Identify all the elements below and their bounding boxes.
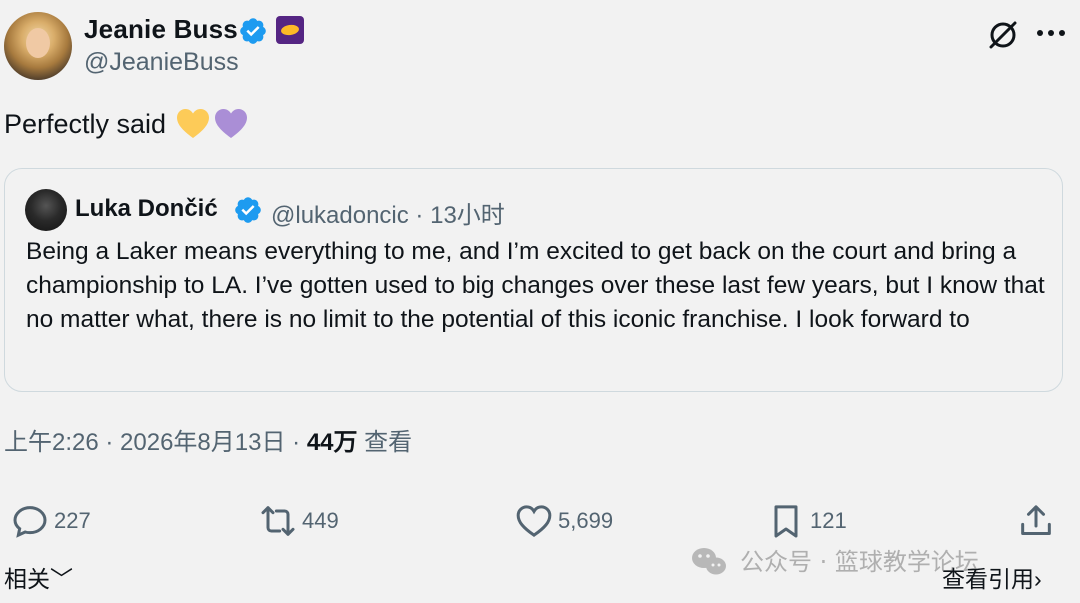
tweet-header: Jeanie Buss @JeanieBuss bbox=[4, 10, 1076, 82]
chevron-right-icon: › bbox=[1034, 566, 1042, 592]
related-label: 相关 bbox=[4, 566, 50, 592]
purple-heart-icon bbox=[215, 109, 248, 138]
quoted-handle-and-time[interactable]: @lukadoncic · 13小时 bbox=[271, 195, 505, 230]
tweet-timestamp[interactable]: 上午2:26 · 2026年8月13日 · bbox=[4, 429, 307, 456]
view-quotes-label: 查看引用 bbox=[942, 566, 1034, 592]
tweet-timestamp-and-views: 上午2:26 · 2026年8月13日 · 44万 查看 bbox=[4, 422, 412, 457]
chevron-down-icon: ﹀ bbox=[50, 566, 73, 592]
tweet-text: Perfectly said bbox=[4, 108, 248, 140]
views-label: 查看 bbox=[357, 429, 413, 456]
author-display-name[interactable]: Jeanie Buss bbox=[84, 14, 238, 45]
views-count: 44万 bbox=[306, 429, 358, 456]
like-count: 5,699 bbox=[558, 508, 614, 533]
view-quotes-link[interactable]: 查看引用› bbox=[942, 560, 1042, 594]
author-handle[interactable]: @JeanieBuss bbox=[84, 48, 239, 77]
bookmark-icon bbox=[774, 505, 798, 538]
verified-badge-icon bbox=[240, 18, 266, 44]
quoted-tweet-text: Being a Laker means everything to me, an… bbox=[26, 238, 1045, 333]
more-options-icon[interactable] bbox=[1034, 26, 1068, 40]
share-icon bbox=[1021, 505, 1051, 535]
author-avatar[interactable] bbox=[4, 12, 72, 80]
repost-icon bbox=[261, 506, 295, 536]
like-button[interactable]: 5,699 bbox=[514, 496, 613, 546]
yellow-heart-icon bbox=[177, 109, 210, 138]
reply-count: 227 bbox=[54, 508, 91, 533]
tweet-action-bar: 227 449 5,699 121 bbox=[0, 496, 1080, 546]
grok-icon[interactable] bbox=[986, 18, 1020, 52]
tweet-text-content: Perfectly said bbox=[4, 108, 167, 139]
repost-button[interactable]: 449 bbox=[258, 496, 339, 546]
bookmark-count: 121 bbox=[810, 508, 847, 533]
lakers-affiliation-badge-icon[interactable] bbox=[276, 16, 304, 44]
bookmark-button[interactable]: 121 bbox=[766, 496, 847, 546]
quoted-author-name[interactable]: Luka Dončić bbox=[75, 195, 218, 223]
share-button[interactable] bbox=[1016, 496, 1056, 546]
related-link[interactable]: 相关﹀ bbox=[4, 560, 73, 594]
quoted-author-avatar[interactable] bbox=[25, 189, 67, 231]
reply-icon bbox=[13, 506, 47, 538]
heart-outline-icon bbox=[516, 505, 552, 537]
quoted-tweet-card[interactable]: Luka Dončić @lukadoncic · 13小时 Being a L… bbox=[4, 168, 1063, 392]
reply-button[interactable]: 227 bbox=[10, 496, 91, 546]
quoted-verified-badge-icon bbox=[235, 197, 261, 223]
repost-count: 449 bbox=[302, 508, 339, 533]
